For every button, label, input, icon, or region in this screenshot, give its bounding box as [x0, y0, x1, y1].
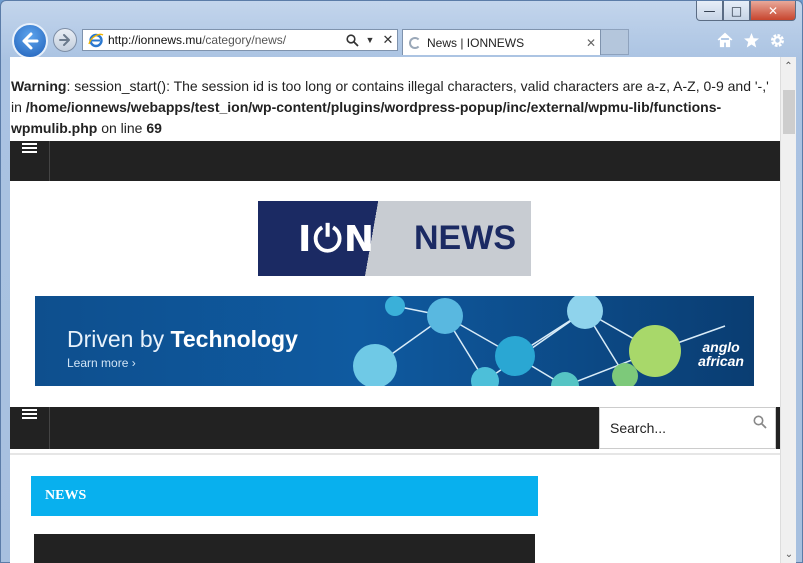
search-icon[interactable] [753, 415, 767, 432]
maximize-icon: □ [730, 3, 743, 18]
search-icon[interactable] [343, 33, 361, 47]
section-divider [10, 453, 780, 455]
main-navbar [10, 407, 780, 449]
stop-icon[interactable]: ✕ [379, 32, 397, 48]
tab-close-button[interactable]: ✕ [582, 36, 600, 50]
search-form [599, 407, 776, 449]
scroll-up-icon[interactable]: ⌃ [781, 57, 796, 75]
banner-title-bold: Technology [170, 326, 298, 352]
home-icon [717, 32, 733, 48]
warning-line-text: on line [97, 120, 147, 136]
window-controls: — □ ✕ [696, 1, 796, 21]
arrow-left-icon [22, 32, 39, 50]
scrollbar-thumb[interactable] [783, 90, 795, 134]
logo-news-text: NEWS [414, 219, 516, 257]
section-title-news: NEWS [31, 476, 538, 516]
banner-learn-more-link[interactable]: Learn more › [67, 356, 136, 370]
banner-title: Driven by Technology [67, 326, 298, 353]
tab-news-ionnews[interactable]: News | IONNEWS ✕ [402, 29, 601, 55]
search-input[interactable] [610, 420, 750, 436]
network-graphic-icon [353, 296, 726, 386]
hamburger-menu-icon [22, 143, 37, 155]
close-icon: ✕ [767, 3, 779, 18]
url-path: /category/news/ [202, 33, 287, 47]
site-logo[interactable]: I⏻N NEWS [258, 201, 531, 276]
address-bar[interactable]: http://ionnews.mu/category/news/ ▼ ✕ [82, 29, 398, 51]
banner-title-light: Driven by [67, 326, 171, 352]
back-button[interactable] [12, 23, 48, 59]
dropdown-arrow-icon[interactable]: ▼ [361, 35, 379, 45]
star-icon [743, 32, 759, 47]
vertical-scrollbar[interactable]: ⌃ ⌄ [780, 57, 796, 563]
url-text[interactable]: http://ionnews.mu/category/news/ [108, 33, 343, 47]
arrow-right-icon [59, 34, 70, 46]
brand-line-2: african [698, 353, 744, 369]
advertisement-banner[interactable]: Driven by Technology Learn more › anglo a… [35, 296, 754, 386]
browser-toolbar [716, 31, 786, 49]
hamburger-menu-icon [22, 409, 37, 421]
banner-brand-logo: anglo african [698, 340, 744, 368]
maximize-button[interactable]: □ [723, 1, 750, 21]
minimize-button[interactable]: — [696, 1, 723, 21]
loading-spinner-icon [409, 36, 421, 49]
ie-logo-icon [86, 30, 106, 50]
tab-title: News | IONNEWS [427, 35, 525, 50]
warning-line-number: 69 [146, 120, 162, 136]
close-window-button[interactable]: ✕ [750, 1, 796, 21]
favorites-button[interactable] [742, 31, 760, 49]
top-navbar [10, 141, 780, 181]
top-menu-button[interactable] [10, 141, 50, 181]
settings-button[interactable] [768, 31, 786, 49]
php-warning-message: Warning: session_start(): The session id… [10, 57, 780, 141]
page-viewport: Warning: session_start(): The session id… [10, 57, 780, 563]
forward-button[interactable] [53, 28, 77, 52]
browser-window: — □ ✕ http://ionnews.mu/category/news/ ▼… [0, 0, 803, 563]
minimize-icon: — [703, 3, 716, 18]
main-menu-button[interactable] [10, 407, 50, 449]
close-icon: ✕ [585, 35, 597, 50]
article-card[interactable] [34, 534, 535, 563]
url-host: http://ionnews.mu [108, 33, 203, 47]
logo-ion-text: I⏻N [298, 219, 376, 260]
warning-label: Warning [11, 78, 67, 94]
home-button[interactable] [716, 31, 734, 49]
scroll-down-icon[interactable]: ⌄ [781, 545, 797, 563]
new-tab-button[interactable] [601, 29, 629, 55]
gear-icon [770, 33, 784, 47]
